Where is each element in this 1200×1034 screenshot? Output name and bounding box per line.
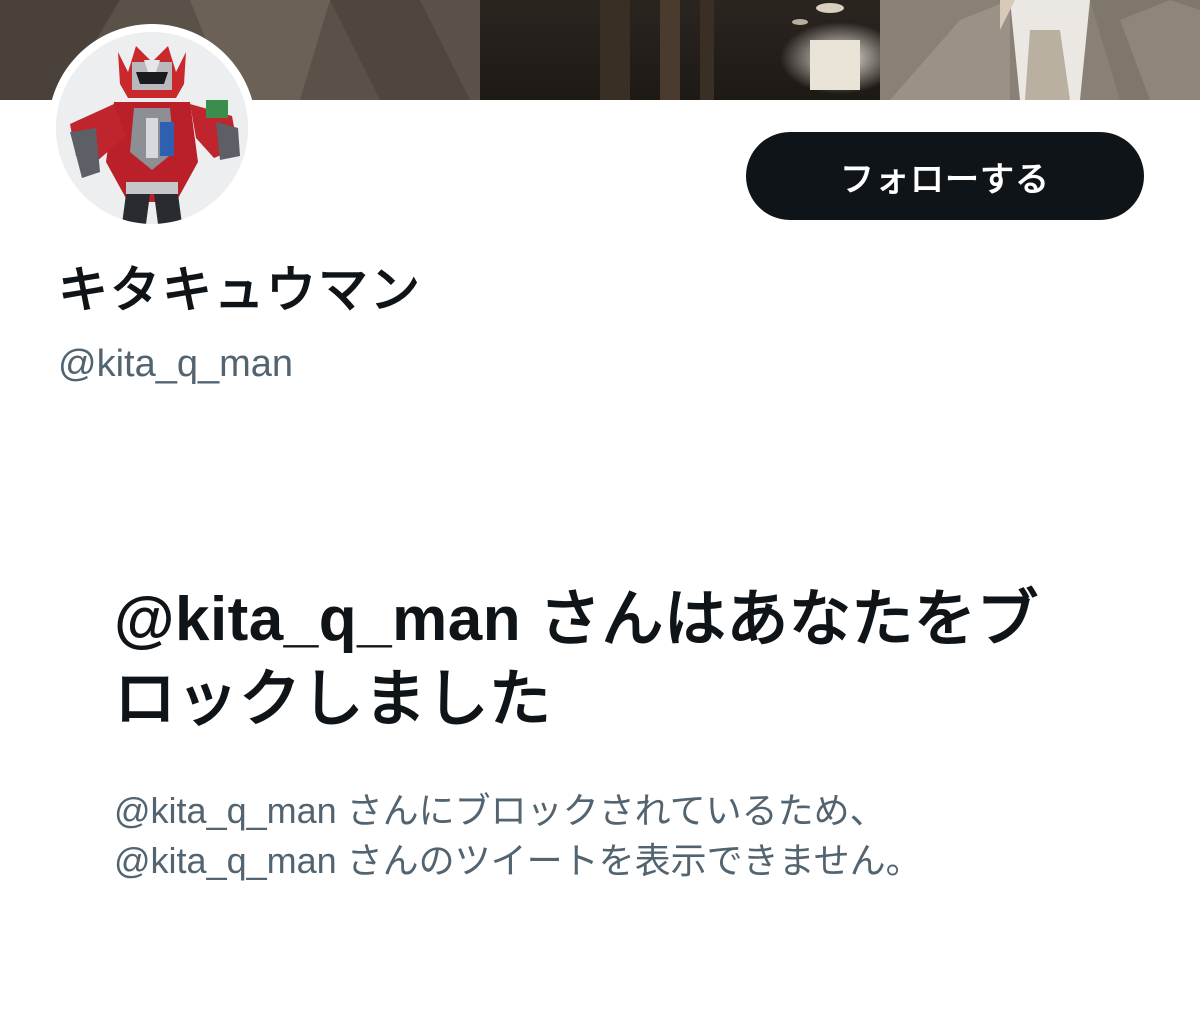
blocked-notice-line-1: @kita_q_man さんにブロックされているため、 [114, 790, 886, 831]
blocked-notice-line-2: @kita_q_man さんのツイートを表示できません。 [114, 840, 922, 881]
profile-handle: @kita_q_man [58, 343, 294, 385]
profile-page: フォローする キタキュウマン @kita_q_man @kita_q_man さ… [0, 0, 1200, 1034]
avatar-photo-icon [56, 32, 248, 224]
blocked-notice-title: @kita_q_man さんはあなたをブロックしました [114, 585, 1039, 734]
profile-avatar[interactable] [48, 24, 256, 232]
profile-display-name: キタキュウマン [58, 262, 422, 318]
blocked-notice-description: @kita_q_man さんにブロックされているため、 @kita_q_man … [114, 786, 1114, 886]
avatar [56, 32, 248, 224]
follow-button[interactable]: フォローする [746, 132, 1144, 220]
